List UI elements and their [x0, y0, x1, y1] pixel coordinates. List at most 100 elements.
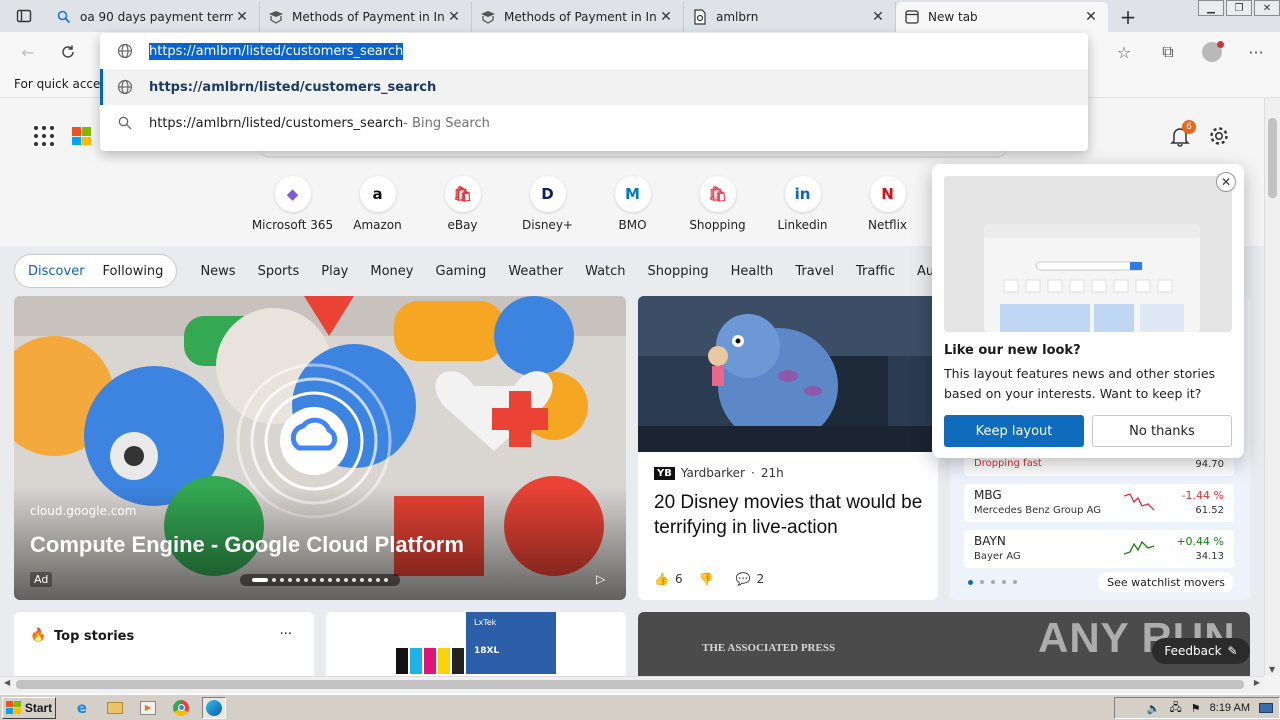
nav-item-traffic[interactable]: Traffic	[845, 264, 906, 279]
scrollbar-thumb[interactable]	[1268, 118, 1277, 198]
new-tab-button[interactable]: +	[1108, 2, 1148, 32]
stock-row[interactable]: BAYN Bayer AG +0.44 % 34.13	[964, 530, 1234, 568]
news-card[interactable]: YB Yardbarker · 21h 20 Disney movies tha…	[638, 296, 938, 600]
nav-item-health[interactable]: Health	[720, 264, 785, 279]
stock-price: 94.70	[1195, 459, 1224, 470]
tab-5[interactable]: New tab ✕	[896, 2, 1108, 32]
notification-badge: 6	[1182, 120, 1196, 134]
suggestion-search[interactable]: https://amlbrn/listed/customers_search -…	[100, 105, 1088, 141]
close-window-button[interactable]: ✕	[1254, 0, 1280, 16]
keep-layout-button[interactable]: Keep layout	[944, 415, 1084, 447]
maximize-button[interactable]: ❐	[1226, 0, 1252, 16]
nav-item-news[interactable]: News	[189, 264, 246, 279]
tab-actions-button[interactable]	[0, 0, 48, 32]
close-popup-button[interactable]: ✕	[1216, 172, 1236, 192]
network-icon[interactable]: 🖧	[1170, 699, 1182, 718]
quick-link-shopping[interactable]: 🛍 Shopping	[675, 176, 760, 232]
quick-link-linkedin[interactable]: in Linkedin	[760, 176, 845, 232]
tab-4[interactable]: amlbrn ✕	[684, 2, 896, 32]
hero-card[interactable]: cloud.google.com Compute Engine - Google…	[14, 296, 626, 600]
thumbs-down-icon[interactable]: 👎	[699, 572, 714, 586]
minimize-button[interactable]: ▁	[1198, 0, 1224, 16]
quick-link-label: BMO	[618, 218, 647, 232]
tab-3[interactable]: Methods of Payment in Inte ✕	[472, 2, 684, 32]
collections-button[interactable]: ⧉	[1152, 36, 1184, 68]
quick-link-icon: D	[529, 176, 566, 212]
quick-link-disney-[interactable]: D Disney+	[505, 176, 590, 232]
media-player-icon[interactable]: ▶	[136, 697, 160, 719]
stock-price: 61.52	[1195, 505, 1224, 516]
see-watchlist-movers-link[interactable]: See watchlist movers	[1098, 572, 1234, 592]
volume-icon[interactable]: 🔈	[1147, 702, 1161, 715]
tab-1[interactable]: oa 90 days payment terms - ✕	[48, 2, 260, 32]
h-scrollbar-thumb[interactable]	[16, 680, 1244, 689]
tab-strip: oa 90 days payment terms - ✕ Methods of Pa…	[0, 0, 1280, 32]
ad-card[interactable]: LxTek 18XL	[326, 612, 626, 676]
horizontal-scrollbar[interactable]: ◀ ▶	[0, 676, 1264, 692]
nav-item-travel[interactable]: Travel	[784, 264, 845, 279]
vertical-scrollbar[interactable]: ▼	[1264, 98, 1280, 676]
scroll-right-arrow[interactable]: ▶	[1254, 678, 1260, 687]
profile-button[interactable]	[1196, 36, 1228, 68]
favorites-button[interactable]: ☆	[1108, 36, 1140, 68]
app-launcher-button[interactable]	[34, 126, 54, 146]
system-tray: 🔈 🖧 ⚑ 8:19 AM	[1114, 697, 1280, 719]
edge-icon[interactable]	[202, 696, 226, 719]
address-input[interactable]: https://amlbrn/listed/customers_search	[100, 33, 1088, 69]
refresh-button[interactable]	[52, 36, 84, 68]
start-button[interactable]: Start	[2, 696, 56, 719]
tab-2[interactable]: Methods of Payment in Inte ✕	[260, 2, 472, 32]
watchlist-dots[interactable]	[968, 580, 1017, 585]
popup-body: This layout features news and other stor…	[944, 366, 1216, 401]
search-icon	[116, 114, 134, 132]
nav-item-weather[interactable]: Weather	[497, 264, 574, 279]
article-age: 21h	[760, 466, 784, 480]
quick-link-netflix[interactable]: N Netflix	[845, 176, 930, 232]
nav-item-sports[interactable]: Sports	[247, 264, 311, 279]
close-tab-button[interactable]: ✕	[869, 8, 887, 26]
hero-title: Compute Engine - Google Cloud Platform	[30, 532, 464, 557]
nav-item-gaming[interactable]: Gaming	[425, 264, 498, 279]
notifications-button[interactable]: 6	[1168, 120, 1196, 148]
chrome-icon[interactable]	[169, 697, 193, 719]
quick-link-amazon[interactable]: a Amazon	[335, 176, 420, 232]
settings-menu-button[interactable]: ···	[1240, 36, 1272, 68]
top-stories-card: 🔥 Top stories ···	[14, 612, 314, 676]
quick-link-bmo[interactable]: M BMO	[590, 176, 675, 232]
close-tab-button[interactable]: ✕	[233, 8, 251, 26]
close-tab-button[interactable]: ✕	[1082, 8, 1100, 26]
thumbs-up-icon[interactable]: 👍	[654, 572, 669, 586]
close-tab-button[interactable]: ✕	[657, 8, 675, 26]
suggestion-suffix: - Bing Search	[403, 115, 490, 131]
flag-icon[interactable]: ⚑	[1191, 702, 1201, 715]
back-button[interactable]: ←	[12, 36, 44, 68]
tab-actions-icon	[16, 9, 32, 23]
show-desktop-icon[interactable]	[1259, 703, 1273, 713]
nav-item-play[interactable]: Play	[310, 264, 359, 279]
stock-row[interactable]: MBG Mercedes Benz Group AG -1.44 % 61.52	[964, 484, 1234, 522]
tab-discover[interactable]: Discover	[19, 254, 94, 288]
quick-link-icon: ◆	[274, 176, 311, 212]
close-tab-button[interactable]: ✕	[445, 8, 463, 26]
nav-item-watch[interactable]: Watch	[574, 264, 636, 279]
scroll-left-arrow[interactable]: ◀	[4, 678, 10, 687]
more-options-button[interactable]: ···	[280, 627, 292, 642]
tab-following[interactable]: Following	[94, 254, 173, 288]
comment-icon[interactable]: 💬	[736, 572, 751, 586]
ie-icon[interactable]: e	[70, 697, 94, 719]
nav-item-money[interactable]: Money	[359, 264, 424, 279]
more-icon: ···	[1248, 42, 1264, 62]
page-settings-button[interactable]	[1208, 125, 1230, 147]
quick-link-microsoft-365[interactable]: ◆ Microsoft 365	[250, 176, 335, 232]
no-thanks-button[interactable]: No thanks	[1092, 415, 1232, 447]
suggestion-url[interactable]: https://amlbrn/listed/customers_search	[100, 69, 1088, 105]
quick-link-ebay[interactable]: 🛍 eBay	[420, 176, 505, 232]
nav-item-shopping[interactable]: Shopping	[637, 264, 720, 279]
play-icon[interactable]: ▷	[596, 572, 605, 586]
explorer-icon[interactable]	[103, 697, 127, 719]
sparkline	[1124, 493, 1155, 511]
address-bar-dropdown: https://amlbrn/listed/customers_search h…	[100, 33, 1088, 151]
feedback-button[interactable]: Feedback ✎	[1152, 638, 1250, 664]
carousel-dots[interactable]	[240, 574, 400, 586]
scroll-down-arrow[interactable]: ▼	[1269, 665, 1275, 674]
